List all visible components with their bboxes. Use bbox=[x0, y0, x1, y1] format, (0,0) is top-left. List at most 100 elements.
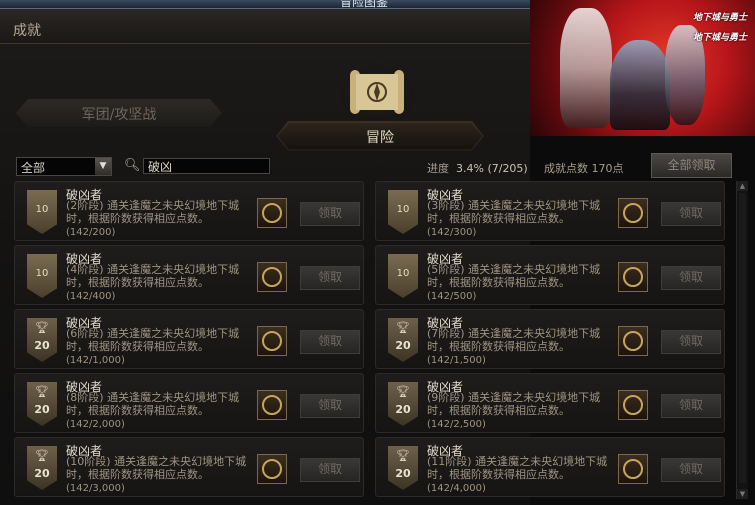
tab-adventure[interactable]: 冒险 bbox=[276, 121, 484, 151]
progress-label: 进度 bbox=[427, 162, 449, 175]
promo-banner[interactable]: 地下城与勇士 地下城与勇士 bbox=[530, 0, 755, 136]
reward-emblem-icon[interactable] bbox=[618, 390, 648, 420]
progress-info: 进度 3.4% (7/205) bbox=[427, 160, 528, 176]
achievement-badge: 🏆︎ 20 bbox=[27, 318, 57, 362]
achievement-progress: (142/3,000) bbox=[66, 483, 125, 494]
achievement-list: 10 破凶者 (2阶段) 通关逢魔之未央幻境地下城时，根据阶数获得相应点数。 (142… bbox=[14, 181, 735, 501]
achievement-progress: (142/4,000) bbox=[427, 483, 486, 494]
reward-emblem-icon[interactable] bbox=[618, 262, 648, 292]
trophy-icon: 🏆︎ bbox=[35, 321, 49, 334]
trophy-icon: 🏆︎ bbox=[35, 385, 49, 398]
scroll-map-icon bbox=[337, 64, 417, 124]
achievement-desc: (2阶段) 通关逢魔之未央幻境地下城时，根据阶数获得相应点数。 bbox=[66, 199, 240, 225]
character-art bbox=[560, 8, 612, 128]
achievement-badge: 10 bbox=[388, 254, 418, 298]
scrollbar-thumb[interactable] bbox=[739, 193, 746, 483]
scroll-down-arrow-icon[interactable]: ▼ bbox=[737, 489, 748, 499]
reward-emblem-icon[interactable] bbox=[257, 454, 287, 484]
badge-points: 10 bbox=[35, 204, 49, 215]
trophy-icon: 🏆︎ bbox=[396, 385, 410, 398]
claim-button[interactable]: 领取 bbox=[300, 266, 360, 290]
achievement-card: 10 破凶者 (5阶段) 通关逢魔之未央幻境地下城时，根据阶数获得相应点数。 (142… bbox=[375, 245, 725, 305]
reward-emblem-icon[interactable] bbox=[257, 390, 287, 420]
search-input[interactable] bbox=[143, 158, 270, 174]
page-title: 成就 bbox=[13, 23, 41, 39]
search-icon: 🔍︎ bbox=[124, 158, 141, 173]
reward-emblem-icon[interactable] bbox=[257, 262, 287, 292]
achievement-badge: 10 bbox=[388, 190, 418, 234]
achievement-badge: 10 bbox=[27, 254, 57, 298]
achievement-progress: (142/400) bbox=[66, 291, 116, 302]
achievement-progress: (142/1,000) bbox=[66, 355, 125, 366]
achievement-progress: (142/300) bbox=[427, 227, 477, 238]
category-dropdown[interactable]: 全部 ▼ bbox=[16, 157, 112, 176]
achievement-desc: (6阶段) 通关逢魔之未央幻境地下城时，根据阶数获得相应点数。 bbox=[66, 327, 240, 353]
claim-button[interactable]: 领取 bbox=[661, 266, 721, 290]
achievement-badge: 🏆︎ 20 bbox=[388, 446, 418, 490]
game-logo: 地下城与勇士 bbox=[692, 33, 747, 43]
badge-points: 10 bbox=[396, 268, 410, 279]
achievement-badge: 10 bbox=[27, 190, 57, 234]
achievement-progress: (142/200) bbox=[66, 227, 116, 238]
points-value: 170点 bbox=[591, 162, 624, 175]
tab-legion[interactable]: 军团/攻坚战 bbox=[16, 99, 222, 127]
badge-points: 20 bbox=[395, 467, 411, 480]
category-selected: 全部 bbox=[21, 161, 46, 175]
trophy-icon: 🏆︎ bbox=[396, 321, 410, 334]
achievement-desc: (7阶段) 通关逢魔之未央幻境地下城时，根据阶数获得相应点数。 bbox=[427, 327, 601, 353]
reward-emblem-icon[interactable] bbox=[618, 198, 648, 228]
points-label: 成就点数 bbox=[544, 162, 588, 175]
badge-points: 10 bbox=[396, 204, 410, 215]
character-art bbox=[610, 40, 670, 130]
claim-button[interactable]: 领取 bbox=[300, 458, 360, 482]
badge-points: 20 bbox=[34, 403, 50, 416]
badge-points: 20 bbox=[34, 467, 50, 480]
claim-button[interactable]: 领取 bbox=[661, 458, 721, 482]
achievement-card: 🏆︎ 20 破凶者 (9阶段) 通关逢魔之未央幻境地下城时，根据阶数获得相应点数。 (1… bbox=[375, 373, 725, 433]
reward-emblem-icon[interactable] bbox=[618, 326, 648, 356]
achievement-progress: (142/1,500) bbox=[427, 355, 486, 366]
achievement-badge: 🏆︎ 20 bbox=[27, 382, 57, 426]
achievement-progress: (142/2,500) bbox=[427, 419, 486, 430]
claim-button[interactable]: 领取 bbox=[661, 330, 721, 354]
achievement-badge: 🏆︎ 20 bbox=[388, 318, 418, 362]
reward-emblem-icon[interactable] bbox=[618, 454, 648, 484]
achievement-desc: (8阶段) 通关逢魔之未央幻境地下城时，根据阶数获得相应点数。 bbox=[66, 391, 240, 417]
achievement-badge: 🏆︎ 20 bbox=[27, 446, 57, 490]
points-info: 成就点数 170点 bbox=[544, 160, 624, 176]
claim-button[interactable]: 领取 bbox=[300, 394, 360, 418]
achievement-card: 🏆︎ 20 破凶者 (10阶段) 通关逢魔之未央幻境地下城时，根据阶数获得相应点数。(… bbox=[14, 437, 364, 497]
scroll-up-arrow-icon[interactable]: ▲ bbox=[737, 181, 748, 191]
achievement-desc: (3阶段) 通关逢魔之未央幻境地下城时，根据阶数获得相应点数。 bbox=[427, 199, 601, 225]
achievement-card: 10 破凶者 (4阶段) 通关逢魔之未央幻境地下城时，根据阶数获得相应点数。 (142… bbox=[14, 245, 364, 305]
achievement-card: 🏆︎ 20 破凶者 (11阶段) 通关逢魔之未央幻境地下城时，根据阶数获得相应点数。(… bbox=[375, 437, 725, 497]
trophy-icon: 🏆︎ bbox=[35, 449, 49, 462]
reward-emblem-icon[interactable] bbox=[257, 326, 287, 356]
achievement-desc: (9阶段) 通关逢魔之未央幻境地下城时，根据阶数获得相应点数。 bbox=[427, 391, 601, 417]
achievement-badge: 🏆︎ 20 bbox=[388, 382, 418, 426]
badge-points: 10 bbox=[35, 268, 49, 279]
claim-button[interactable]: 领取 bbox=[300, 330, 360, 354]
achievement-card: 🏆︎ 20 破凶者 (8阶段) 通关逢魔之未央幻境地下城时，根据阶数获得相应点数。 (1… bbox=[14, 373, 364, 433]
claim-all-button[interactable]: 全部领取 bbox=[651, 153, 732, 178]
achievement-card: 10 破凶者 (2阶段) 通关逢魔之未央幻境地下城时，根据阶数获得相应点数。 (142… bbox=[14, 181, 364, 241]
achievement-desc: (5阶段) 通关逢魔之未央幻境地下城时，根据阶数获得相应点数。 bbox=[427, 263, 601, 289]
trophy-icon: 🏆︎ bbox=[396, 449, 410, 462]
reward-emblem-icon[interactable] bbox=[257, 198, 287, 228]
tab-legion-label: 军团/攻坚战 bbox=[81, 107, 157, 123]
badge-points: 20 bbox=[395, 403, 411, 416]
page-header: 成就 bbox=[0, 9, 530, 44]
claim-button[interactable]: 领取 bbox=[300, 202, 360, 226]
achievement-desc: (10阶段) 通关逢魔之未央幻境地下城时，根据阶数获得相应点数。 bbox=[66, 455, 247, 481]
game-logo: 地下城与勇士 bbox=[692, 13, 747, 23]
achievement-progress: (142/2,000) bbox=[66, 419, 125, 430]
claim-button[interactable]: 领取 bbox=[661, 394, 721, 418]
scrollbar[interactable]: ▲ ▼ bbox=[736, 181, 748, 499]
achievement-progress: (142/500) bbox=[427, 291, 477, 302]
achievement-desc: (4阶段) 通关逢魔之未央幻境地下城时，根据阶数获得相应点数。 bbox=[66, 263, 240, 289]
achievement-desc: (11阶段) 通关逢魔之未央幻境地下城时，根据阶数获得相应点数。 bbox=[427, 455, 608, 481]
tab-adventure-label: 冒险 bbox=[366, 130, 394, 146]
badge-points: 20 bbox=[34, 339, 50, 352]
chevron-down-icon[interactable]: ▼ bbox=[95, 158, 111, 175]
claim-button[interactable]: 领取 bbox=[661, 202, 721, 226]
